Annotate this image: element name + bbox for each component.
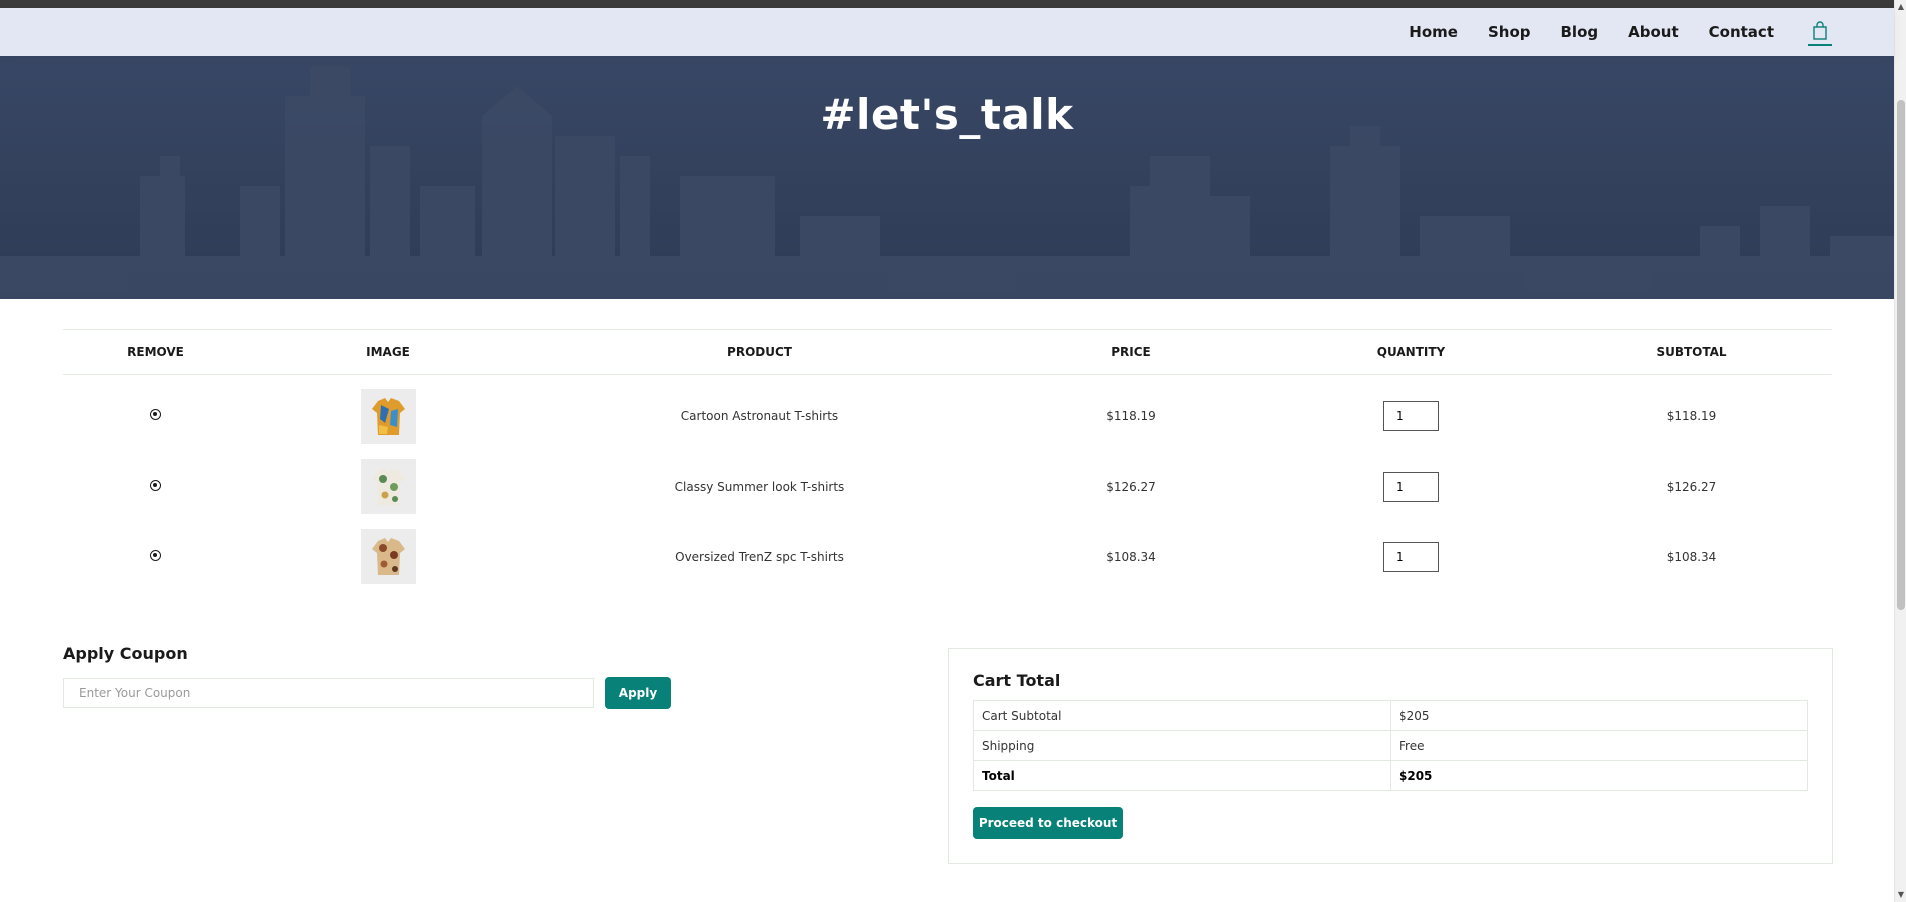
cart-total-table: Cart Subtotal $205 Shipping Free Total $…	[973, 700, 1808, 791]
product-name: Oversized TrenZ spc T-shirts	[675, 549, 844, 564]
header-quantity: QUANTITY	[1271, 329, 1551, 375]
scroll-down-arrow-icon[interactable]: ▼	[1896, 890, 1906, 900]
header-image: IMAGE	[248, 329, 528, 375]
header-subtotal: SUBTOTAL	[1551, 329, 1832, 375]
quantity-input[interactable]	[1383, 541, 1439, 572]
product-subtotal: $108.34	[1666, 549, 1717, 564]
total-row: Total $205	[973, 760, 1808, 791]
table-row: Oversized TrenZ spc T-shirts $108.34 $10…	[63, 522, 1832, 592]
apply-coupon-button[interactable]: Apply	[605, 677, 671, 709]
product-price: $126.27	[1106, 479, 1156, 494]
scrollbar-thumb[interactable]	[1897, 100, 1905, 610]
header-price: PRICE	[991, 329, 1271, 375]
nav-blog[interactable]: Blog	[1561, 23, 1599, 41]
total-label: Shipping	[973, 730, 1391, 761]
cart-table: REMOVE IMAGE PRODUCT PRICE QUANTITY SUBT…	[63, 329, 1832, 592]
coupon-row: Apply	[63, 677, 703, 709]
total-value: $205	[1390, 700, 1808, 731]
total-row: Cart Subtotal $205	[973, 700, 1808, 731]
header-product: PRODUCT	[528, 329, 991, 375]
coupon-input[interactable]	[63, 678, 594, 708]
product-price: $108.34	[1106, 549, 1156, 564]
proceed-to-checkout-button[interactable]: Proceed to checkout	[973, 807, 1123, 839]
quantity-input[interactable]	[1383, 401, 1439, 432]
scrollbar[interactable]: ▲ ▼	[1894, 0, 1906, 902]
product-price: $118.19	[1106, 409, 1156, 424]
quantity-input[interactable]	[1383, 471, 1439, 502]
remove-circle-icon[interactable]	[150, 409, 161, 421]
product-image-floral	[360, 459, 416, 514]
remove-circle-icon[interactable]	[150, 479, 161, 491]
total-label: Total	[973, 760, 1391, 791]
total-value: $205	[1390, 760, 1808, 791]
shopping-bag-icon	[1813, 21, 1827, 40]
shirt-icon	[371, 397, 405, 435]
nav-menu: Home Shop Blog About Contact	[1379, 8, 1832, 56]
product-subtotal: $118.19	[1666, 409, 1717, 424]
nav-shop[interactable]: Shop	[1488, 23, 1531, 41]
hero-title: #let's_talk	[820, 90, 1074, 139]
product-subtotal: $126.27	[1666, 479, 1717, 494]
scroll-up-arrow-icon[interactable]: ▲	[1896, 2, 1906, 12]
coupon-title: Apply Coupon	[63, 644, 188, 663]
shirt-icon	[371, 468, 405, 505]
table-row: Cartoon Astronaut T-shirts $118.19 $118.…	[63, 375, 1832, 452]
nav-about[interactable]: About	[1628, 23, 1679, 41]
cart-total-section: Cart Total Cart Subtotal $205 Shipping F…	[948, 648, 1833, 864]
total-value: Free	[1390, 730, 1808, 761]
total-label: Cart Subtotal	[973, 700, 1391, 731]
coupon-section: Apply Coupon Apply	[63, 644, 703, 709]
browser-top-bar	[0, 0, 1906, 8]
cart-table-header: REMOVE IMAGE PRODUCT PRICE QUANTITY SUBT…	[63, 329, 1832, 375]
navbar: Home Shop Blog About Contact	[0, 8, 1894, 56]
product-image-print	[360, 529, 416, 584]
product-image-astronaut	[360, 388, 416, 444]
shirt-icon	[371, 538, 405, 575]
total-row: Shipping Free	[973, 730, 1808, 761]
nav-contact[interactable]: Contact	[1709, 23, 1774, 41]
remove-circle-icon[interactable]	[150, 549, 161, 561]
product-name: Cartoon Astronaut T-shirts	[680, 409, 839, 424]
table-row: Classy Summer look T-shirts $126.27 $126…	[63, 452, 1832, 522]
header-remove: REMOVE	[63, 329, 248, 375]
nav-home[interactable]: Home	[1409, 23, 1458, 41]
cart-total-title: Cart Total	[973, 671, 1061, 690]
hero-banner: #let's_talk	[0, 56, 1894, 299]
product-name: Classy Summer look T-shirts	[674, 479, 845, 494]
nav-cart[interactable]	[1808, 20, 1832, 46]
